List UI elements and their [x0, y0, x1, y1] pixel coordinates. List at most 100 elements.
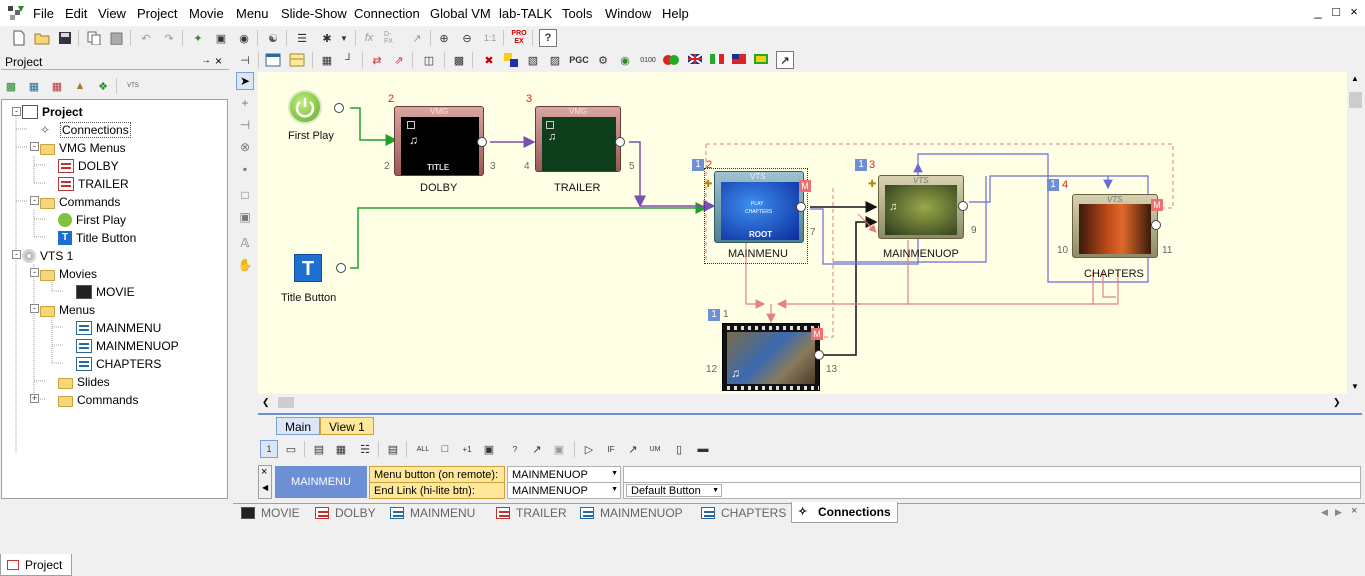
remove-tool-icon[interactable]: ⊗ [236, 138, 254, 156]
marker-tool-icon[interactable]: ▪ [236, 160, 254, 178]
menu-project[interactable]: Project [137, 6, 177, 21]
prop-rect-icon[interactable]: □ [436, 440, 454, 458]
project-bottom-tab[interactable]: Project [0, 554, 72, 576]
prop-menu-icon[interactable]: ▦ [332, 440, 350, 458]
delete-link-icon[interactable]: ✖ [480, 51, 498, 69]
pgc-button[interactable]: PGC [568, 51, 590, 69]
close-button[interactable]: × [1346, 4, 1362, 19]
tree-item-connections[interactable]: ✧ Connections [40, 121, 131, 139]
frame-icon[interactable]: ◫ [420, 51, 438, 69]
preview-icon[interactable]: ◉ [616, 51, 634, 69]
chapter-icon[interactable]: ▨ [546, 51, 564, 69]
movie-node[interactable]: ♫ [722, 323, 820, 391]
prop-link-icon[interactable]: ↗ [624, 440, 642, 458]
restore-button[interactable]: □ [1328, 4, 1344, 19]
add-assets-icon[interactable]: ▲ [71, 77, 89, 95]
mainmenu-node[interactable]: VTS PLAY CHAPTERS ROOT [714, 171, 804, 243]
doc-tab-trailer[interactable]: TRAILER [496, 503, 567, 523]
doc-tab-mainmenu[interactable]: MAINMENU [390, 503, 475, 523]
tree-item-movie[interactable]: MOVIE [76, 283, 135, 301]
prop-if-icon[interactable]: IF [602, 440, 620, 458]
expander-movies[interactable]: - [30, 268, 39, 277]
link-icon[interactable]: ⇄ [368, 51, 386, 69]
panel-close-icon[interactable]: × [215, 54, 222, 68]
prop-layers-icon[interactable]: ☵ [356, 440, 374, 458]
redo-icon[interactable]: ↷ [160, 29, 178, 47]
help-icon[interactable]: ? [539, 29, 557, 47]
menu-help[interactable]: Help [662, 6, 689, 21]
title-set-icon[interactable]: ▧ [524, 51, 542, 69]
select-area-tool-icon[interactable]: □ [236, 186, 254, 204]
prop-jump-icon[interactable]: ↗ [528, 440, 546, 458]
trailer-out-port[interactable] [615, 137, 625, 147]
prop-calendar-icon[interactable]: ▤ [384, 440, 402, 458]
title-button-out-port[interactable] [336, 263, 346, 273]
scroll-up-icon[interactable]: ▲ [1351, 74, 1359, 83]
status-balls-icon[interactable] [662, 51, 680, 69]
add-vts-button[interactable]: VTS [122, 77, 144, 95]
settings-chip-icon[interactable]: ⚙ [594, 51, 612, 69]
doc-tab-movie[interactable]: MOVIE [241, 503, 300, 523]
scroll-down-icon[interactable]: ▼ [1351, 382, 1359, 391]
chapters-node[interactable]: VTS [1072, 194, 1158, 258]
grid-view-icon[interactable] [264, 51, 282, 69]
zoom-1to1-button[interactable]: 1:1 [481, 29, 499, 47]
tree-item-slides[interactable]: Slides [58, 373, 110, 391]
menu-slide-show[interactable]: Slide-Show [281, 6, 347, 21]
prop-plus-one-icon[interactable]: +1 [458, 440, 476, 458]
tree-item-vmg-menus[interactable]: VMG Menus [40, 139, 126, 157]
doc-tabs-next-icon[interactable]: ▶ [1335, 507, 1342, 518]
doc-tabs-prev-icon[interactable]: ◀ [1321, 507, 1328, 518]
prop-bracket-icon[interactable]: ▯ [670, 440, 688, 458]
zoom-in-icon[interactable]: ⊕ [435, 29, 453, 47]
canvas-vertical-scrollbar[interactable]: ▲ ▼ [1347, 72, 1364, 394]
dolby-node[interactable]: VMG ♫ TITLE [394, 106, 484, 176]
counter-button[interactable]: 0100 [638, 51, 658, 69]
wand-icon[interactable]: ✱ [318, 29, 336, 47]
trailer-node[interactable]: VMG ♫ [535, 106, 621, 172]
doc-tab-connections[interactable]: ✧ Connections [791, 502, 898, 523]
tree-item-menus[interactable]: Menus [40, 301, 95, 319]
tree-item-movies[interactable]: Movies [40, 265, 97, 283]
prop-all-icon[interactable]: ALL [414, 440, 432, 458]
export-icon[interactable]: ↗ [408, 29, 426, 47]
mainmenu-add-icon[interactable]: ✚ [704, 179, 712, 190]
color-blocks-icon[interactable] [502, 51, 520, 69]
menu-connection[interactable]: Connection [354, 6, 420, 21]
expander-project[interactable]: - [12, 107, 21, 116]
find-icon[interactable]: ◉ [235, 29, 253, 47]
list-icon[interactable]: ☰ [293, 29, 311, 47]
button-shape-icon[interactable]: ▭ [282, 440, 300, 458]
doc-tab-chapters[interactable]: CHAPTERS [701, 503, 786, 523]
menu-tools[interactable]: Tools [562, 6, 592, 21]
pin-icon[interactable]: ⊣ [236, 51, 254, 69]
chevron-down-icon[interactable]: ▼ [712, 487, 719, 494]
distribute-icon[interactable]: ┘ [340, 51, 358, 69]
menu-menu[interactable]: Menu [236, 6, 269, 21]
pro-ex-button[interactable]: PRO EX [510, 29, 528, 47]
it-flag-icon[interactable] [708, 51, 726, 69]
tree-item-mainmenuop[interactable]: MAINMENUOP [76, 337, 179, 355]
doc-tabs-close-icon[interactable]: × [1351, 505, 1357, 517]
doc-tab-dolby[interactable]: DOLBY [315, 503, 376, 523]
menu-edit[interactable]: Edit [65, 6, 87, 21]
chapters-out-port[interactable] [1151, 220, 1161, 230]
tree-item-project[interactable]: Project [22, 103, 83, 121]
context-help-icon[interactable]: ↗ [776, 51, 794, 69]
menu-view[interactable]: View [98, 6, 126, 21]
menu-file[interactable]: File [33, 6, 54, 21]
canvas-horizontal-scrollbar[interactable]: ❮ ❯ [258, 394, 1347, 411]
add-command-icon[interactable]: ❖ [94, 77, 112, 95]
uk-flag-icon[interactable] [686, 51, 704, 69]
wand-dropdown-icon[interactable]: ▼ [338, 29, 350, 47]
menu-window[interactable]: Window [605, 6, 651, 21]
layout-icon[interactable]: ▩ [450, 51, 468, 69]
menu-lab-talk[interactable]: lab-TALK [499, 6, 552, 21]
import-icon[interactable]: ▣ [212, 29, 230, 47]
dfx-button[interactable]: D-FX [383, 29, 401, 47]
expander-vmg-menus[interactable]: - [30, 142, 39, 151]
movie-out-port[interactable] [814, 350, 824, 360]
compile-icon[interactable]: ☯ [264, 29, 282, 47]
connections-canvas[interactable]: First Play T Title Button 2 VMG ♫ TITLE … [258, 72, 1347, 394]
tree-item-first-play[interactable]: First Play [58, 211, 126, 229]
